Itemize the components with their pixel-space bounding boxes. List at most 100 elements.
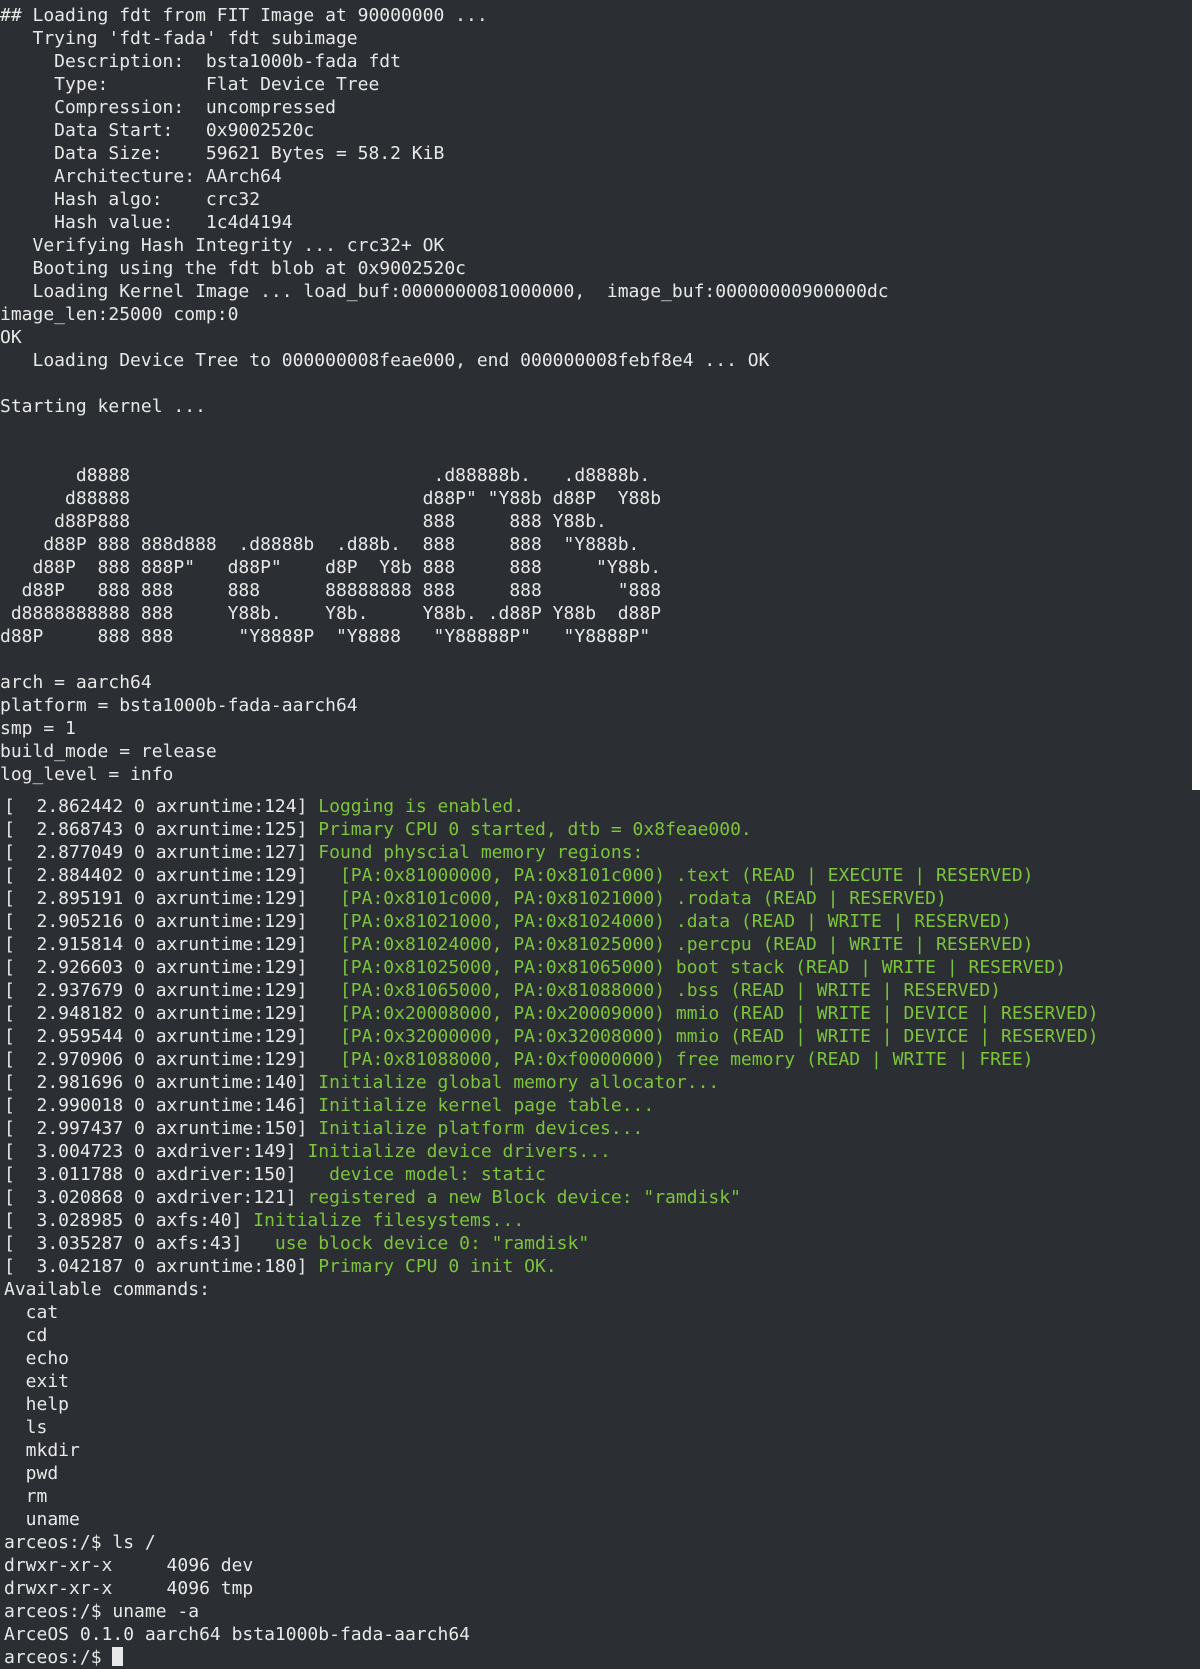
log-line: [ 2.868743 0 axruntime:125] Primary CPU … — [4, 818, 1200, 841]
log-line: [ 2.970906 0 axruntime:129] [PA:0x810880… — [4, 1048, 1200, 1071]
log-prefix: [ 3.042187 0 axruntime:180] — [4, 1256, 319, 1277]
log-line: [ 2.915814 0 axruntime:129] [PA:0x810240… — [4, 933, 1200, 956]
boot-line: d8888888888 888 Y88b. Y8b. Y88b. .d88P Y… — [0, 603, 662, 624]
log-prefix: [ 2.895191 0 axruntime:129] — [4, 888, 319, 909]
shell-line: Available commands: — [4, 1279, 210, 1300]
log-message: Initialize global memory allocator... — [318, 1072, 720, 1093]
log-message: device model: static — [307, 1164, 546, 1185]
boot-line: Verifying Hash Integrity ... crc32+ OK — [0, 235, 445, 256]
shell-line: ArceOS 0.1.0 aarch64 bsta1000b-fada-aarc… — [4, 1624, 470, 1645]
log-message: [PA:0x81025000, PA:0x81065000) boot stac… — [318, 957, 1067, 978]
log-prefix: [ 2.905216 0 axruntime:129] — [4, 911, 319, 932]
shell-line: uname — [4, 1509, 80, 1530]
boot-line: d88888 d88P" "Y88b d88P Y88b — [0, 488, 662, 509]
boot-line: Starting kernel ... — [0, 396, 206, 417]
boot-line: Type: Flat Device Tree — [0, 74, 380, 95]
log-line: [ 2.884402 0 axruntime:129] [PA:0x810000… — [4, 864, 1200, 887]
boot-line: Trying 'fdt-fada' fdt subimage — [0, 28, 358, 49]
log-prefix: [ 2.970906 0 axruntime:129] — [4, 1049, 319, 1070]
boot-line: log_level = info — [0, 764, 174, 785]
boot-line: arch = aarch64 — [0, 672, 152, 693]
shell-line: help — [4, 1394, 70, 1415]
log-message: [PA:0x81024000, PA:0x81025000) .percpu (… — [318, 934, 1034, 955]
boot-line: Data Size: 59621 Bytes = 58.2 KiB — [0, 143, 445, 164]
shell-line: cd — [4, 1325, 48, 1346]
boot-line: ## Loading fdt from FIT Image at 9000000… — [0, 5, 488, 26]
text-cursor — [112, 1647, 124, 1666]
log-message: [PA:0x81065000, PA:0x81088000) .bss (REA… — [318, 980, 1002, 1001]
log-line: [ 2.990018 0 axruntime:146] Initialize k… — [4, 1094, 1200, 1117]
log-prefix: [ 2.959544 0 axruntime:129] — [4, 1026, 319, 1047]
shell-line: arceos:/$ uname -a — [4, 1601, 200, 1622]
log-prefix: [ 2.868743 0 axruntime:125] — [4, 819, 319, 840]
log-prefix: [ 2.981696 0 axruntime:140] — [4, 1072, 319, 1093]
log-message: Primary CPU 0 init OK. — [318, 1256, 557, 1277]
boot-line: smp = 1 — [0, 718, 76, 739]
log-line: [ 3.042187 0 axruntime:180] Primary CPU … — [4, 1255, 1200, 1278]
log-message: Primary CPU 0 started, dtb = 0x8feae000. — [318, 819, 752, 840]
log-line: [ 2.862442 0 axruntime:124] Logging is e… — [4, 795, 1200, 818]
log-line: [ 2.905216 0 axruntime:129] [PA:0x810210… — [4, 910, 1200, 933]
log-message: Initialize kernel page table... — [318, 1095, 655, 1116]
shell-line: drwxr-xr-x 4096 dev — [4, 1555, 254, 1576]
log-prefix: [ 2.997437 0 axruntime:150] — [4, 1118, 319, 1139]
boot-line: d88P888 888 888 Y88b. — [0, 511, 607, 532]
log-prefix: [ 3.028985 0 axfs:40] — [4, 1210, 254, 1231]
log-prefix: [ 2.877049 0 axruntime:127] — [4, 842, 319, 863]
boot-line — [0, 372, 1200, 395]
boot-line: platform = bsta1000b-fada-aarch64 — [0, 695, 358, 716]
log-message: [PA:0x8101c000, PA:0x81021000) .rodata (… — [318, 888, 947, 909]
log-line: [ 2.877049 0 axruntime:127] Found physci… — [4, 841, 1200, 864]
boot-line: d8888 .d88888b. .d8888b. — [0, 465, 651, 486]
log-prefix: [ 2.948182 0 axruntime:129] — [4, 1003, 319, 1024]
log-message: use block device 0: "ramdisk" — [253, 1233, 590, 1254]
shell-line: pwd — [4, 1463, 59, 1484]
log-message: [PA:0x32000000, PA:0x32008000) mmio (REA… — [318, 1026, 1099, 1047]
log-line: [ 2.997437 0 axruntime:150] Initialize p… — [4, 1117, 1200, 1140]
log-prefix: [ 3.035287 0 axfs:43] — [4, 1233, 254, 1254]
boot-line — [0, 418, 1200, 441]
boot-line: Architecture: AArch64 — [0, 166, 282, 187]
boot-line: OK — [0, 327, 22, 348]
log-prefix: [ 2.937679 0 axruntime:129] — [4, 980, 319, 1001]
log-line: [ 2.959544 0 axruntime:129] [PA:0x320000… — [4, 1025, 1200, 1048]
prompt-line[interactable]: arceos:/$ — [4, 1646, 1200, 1669]
shell-line: cat — [4, 1302, 59, 1323]
boot-line: Booting using the fdt blob at 0x9002520c — [0, 258, 467, 279]
boot-line: build_mode = release — [0, 741, 217, 762]
log-line: [ 3.035287 0 axfs:43] use block device 0… — [4, 1232, 1200, 1255]
shell-output: Available commands: cat cd echo exit hel… — [4, 1278, 1200, 1646]
log-message: Initialize device drivers... — [307, 1141, 611, 1162]
log-message: Logging is enabled. — [318, 796, 525, 817]
log-prefix: [ 3.011788 0 axdriver:150] — [4, 1164, 308, 1185]
log-line: [ 3.020868 0 axdriver:121] registered a … — [4, 1186, 1200, 1209]
log-line: [ 2.926603 0 axruntime:129] [PA:0x810250… — [4, 956, 1200, 979]
boot-line — [0, 648, 1200, 671]
boot-output: ## Loading fdt from FIT Image at 9000000… — [0, 4, 1200, 786]
shell-prompt: arceos:/$ — [4, 1647, 113, 1668]
boot-line: Data Start: 0x9002520c — [0, 120, 315, 141]
boot-line: Hash value: 1c4d4194 — [0, 212, 293, 233]
log-line: [ 2.948182 0 axruntime:129] [PA:0x200080… — [4, 1002, 1200, 1025]
terminal-window[interactable]: ## Loading fdt from FIT Image at 9000000… — [0, 0, 1200, 1668]
log-prefix: [ 2.915814 0 axruntime:129] — [4, 934, 319, 955]
log-line: [ 2.895191 0 axruntime:129] [PA:0x8101c0… — [4, 887, 1200, 910]
log-prefix: [ 2.862442 0 axruntime:124] — [4, 796, 319, 817]
kernel-log: [ 2.862442 0 axruntime:124] Logging is e… — [4, 795, 1200, 1278]
log-line: [ 3.028985 0 axfs:40] Initialize filesys… — [4, 1209, 1200, 1232]
log-prefix: [ 2.990018 0 axruntime:146] — [4, 1095, 319, 1116]
shell-session: [ 2.862442 0 axruntime:124] Logging is e… — [4, 795, 1200, 1669]
shell-line: arceos:/$ ls / — [4, 1532, 156, 1553]
shell-line: ls — [4, 1417, 48, 1438]
boot-line: d88P 888 888P" d88P" d8P Y8b 888 888 "Y8… — [0, 557, 662, 578]
boot-line — [0, 441, 1200, 464]
shell-line: echo — [4, 1348, 70, 1369]
log-line: [ 3.004723 0 axdriver:149] Initialize de… — [4, 1140, 1200, 1163]
boot-line: Loading Kernel Image ... load_buf:000000… — [0, 281, 889, 302]
log-prefix: [ 2.926603 0 axruntime:129] — [4, 957, 319, 978]
log-message: [PA:0x81088000, PA:0xf0000000) free memo… — [318, 1049, 1034, 1070]
log-message: [PA:0x81000000, PA:0x8101c000) .text (RE… — [318, 865, 1034, 886]
boot-line: d88P 888 888 888 88888888 888 888 "888 — [0, 580, 662, 601]
shell-line: drwxr-xr-x 4096 tmp — [4, 1578, 254, 1599]
boot-line: d88P 888 888d888 .d8888b .d88b. 888 888 … — [0, 534, 640, 555]
